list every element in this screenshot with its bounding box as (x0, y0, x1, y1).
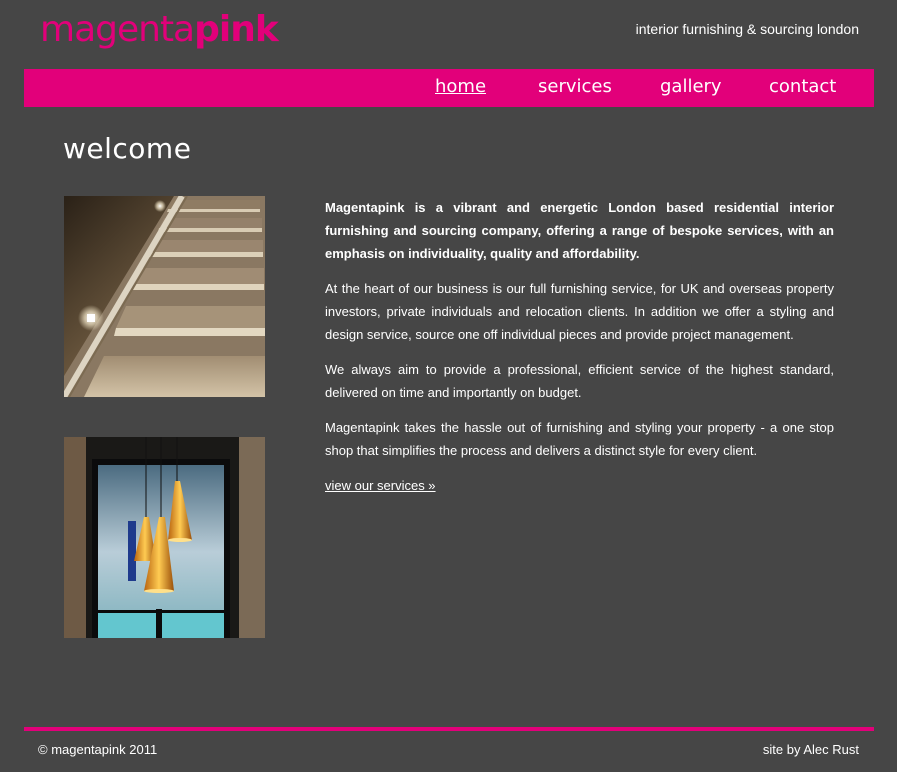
intro-content: Magentapink is a vibrant and energetic L… (325, 196, 834, 509)
footer-divider (24, 727, 874, 731)
logo-text-bold: pink (194, 9, 279, 50)
body-paragraph: We always aim to provide a professional,… (325, 362, 834, 400)
nav-item-home[interactable]: home (435, 76, 486, 97)
site-credit: site by Alec Rust (762, 742, 859, 757)
site-tagline: interior furnishing & sourcing london (635, 21, 859, 37)
pendant-lights-photo (64, 437, 265, 638)
nav-item-contact[interactable]: contact (769, 76, 836, 97)
staircase-photo (64, 196, 265, 397)
copyright-text: © magentapink 2011 (38, 742, 158, 757)
intro-paragraph: Magentapink is a vibrant and energetic L… (325, 200, 834, 261)
pendant-lights-illustration (64, 437, 265, 638)
logo-text-light: magenta (40, 9, 195, 50)
main-nav: home services gallery contact (24, 69, 874, 107)
site-logo[interactable]: magentapink (40, 8, 279, 52)
page-title: welcome (63, 132, 192, 165)
body-paragraph: Magentapink takes the hassle out of furn… (325, 420, 834, 458)
body-paragraph: At the heart of our business is our full… (325, 281, 834, 342)
staircase-illustration (64, 196, 265, 397)
nav-item-services[interactable]: services (538, 76, 612, 97)
view-services-link[interactable]: view our services » (325, 478, 436, 493)
nav-item-gallery[interactable]: gallery (660, 76, 722, 97)
